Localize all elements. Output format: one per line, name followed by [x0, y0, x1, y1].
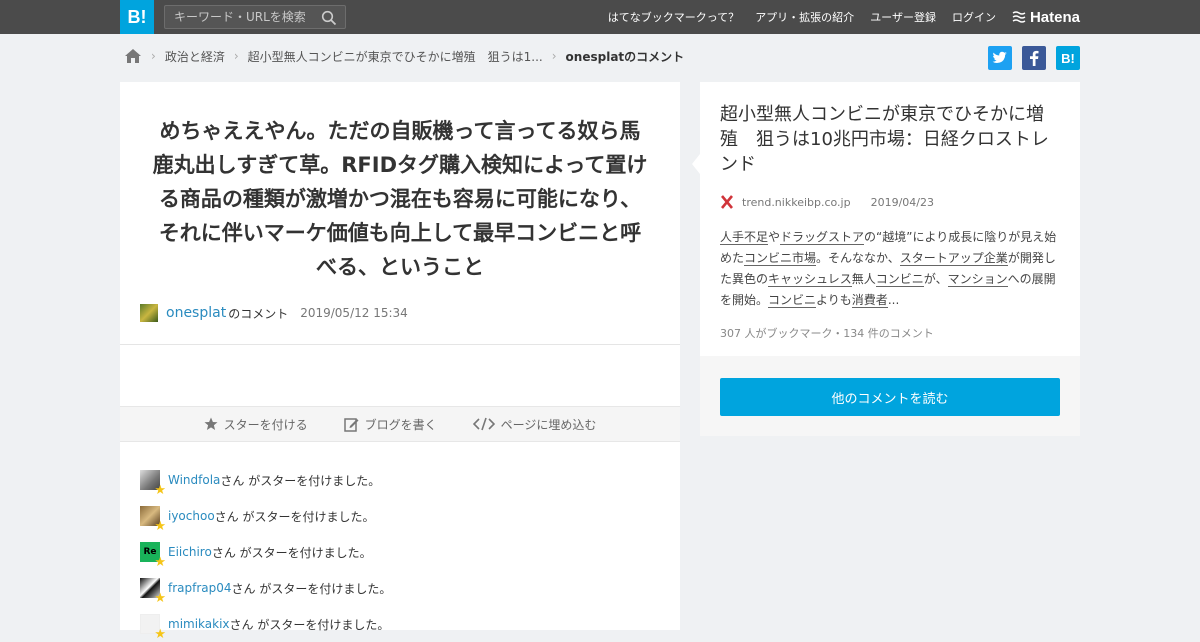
- keyword-link[interactable]: 消費者: [851, 293, 888, 308]
- star-icon: ★: [154, 555, 166, 570]
- hatena-icon: [1012, 11, 1026, 23]
- star-user-link[interactable]: Windfola: [168, 473, 220, 487]
- star-text: さん がスターを付けました。: [214, 509, 375, 524]
- share-buttons: B!: [978, 46, 1080, 70]
- star-text: さん がスターを付けました。: [220, 473, 381, 488]
- entry-source: trend.nikkeibp.co.jp 2019/04/23: [720, 195, 1060, 209]
- star-icon: ★: [154, 483, 166, 498]
- twitter-share-button[interactable]: [988, 46, 1012, 70]
- description-text: 無人: [851, 272, 876, 286]
- twitter-icon: [992, 51, 1007, 63]
- description-text: ...: [887, 293, 900, 307]
- keyword-link[interactable]: 人手不足: [720, 230, 769, 245]
- star-user-link[interactable]: iyochoo: [168, 509, 215, 523]
- hatena-bookmark-share-button[interactable]: B!: [1056, 46, 1080, 70]
- search-box: [164, 5, 346, 29]
- star-user-link[interactable]: Eiichiro: [168, 545, 212, 559]
- add-star-button[interactable]: スターを付ける: [204, 416, 308, 433]
- edit-icon: [343, 417, 359, 432]
- entry-title[interactable]: 超小型無人コンビニが東京でひそかに増殖 狙うは10兆円市場：日経クロストレンド: [720, 102, 1060, 177]
- search-input[interactable]: [165, 6, 315, 28]
- star-text: さん がスターを付けました。: [211, 545, 372, 560]
- description-text: が、: [923, 272, 948, 286]
- card-notch: [692, 154, 700, 174]
- nav-login[interactable]: ログイン: [952, 9, 996, 25]
- embed-label: ページに埋め込む: [500, 417, 597, 432]
- embed-button[interactable]: ページに埋め込む: [472, 416, 597, 433]
- comment-user-link[interactable]: onesplat: [166, 305, 226, 321]
- entry-date: 2019/04/23: [870, 195, 934, 209]
- star-icon: ★: [154, 591, 166, 606]
- comment-card: めちゃええやん。ただの自販機って言ってる奴ら馬鹿丸出しすぎて草。RFIDタグ購入…: [120, 82, 680, 641]
- description-text: 。そんななか、: [816, 251, 900, 265]
- star-user-link[interactable]: frapfrap04: [168, 581, 232, 595]
- keyword-link[interactable]: キャッシュレス: [768, 272, 852, 287]
- chevron-right-icon: ›: [551, 49, 557, 63]
- nav-register[interactable]: ユーザー登録: [870, 9, 936, 25]
- keyword-link[interactable]: コンビニ: [768, 293, 817, 308]
- comment-date: 2019/05/12 15:34: [300, 306, 408, 320]
- avatar[interactable]: Re ★: [140, 542, 166, 569]
- facebook-share-button[interactable]: [1022, 46, 1046, 70]
- breadcrumb-entry[interactable]: 超小型無人コンビニが東京でひそかに増殖 狙うは1...: [248, 48, 543, 65]
- keyword-link[interactable]: スタートアップ企業: [899, 251, 1008, 266]
- star-text: さん がスターを付けました。: [231, 581, 392, 596]
- comment-user-suffix: のコメント: [228, 306, 289, 321]
- star-list-item: Re ★ Eiichiro さん がスターを付けました。: [140, 534, 391, 570]
- star-icon: [204, 417, 218, 431]
- nikkei-favicon-icon: [721, 195, 733, 209]
- avatar[interactable]: ★: [140, 506, 166, 533]
- description-text: や: [768, 230, 781, 244]
- star-user-link[interactable]: mimikakix: [168, 617, 230, 631]
- code-icon: [472, 417, 495, 431]
- star-list-item: ★ mimikakix さん がスターを付けました。: [140, 606, 391, 642]
- entry-counts[interactable]: 307 人がブックマーク・134 件のコメント: [720, 325, 1060, 341]
- chevron-right-icon: ›: [151, 49, 156, 63]
- star-icon: ★: [154, 519, 166, 534]
- read-other-comments-button[interactable]: 他のコメントを読む: [720, 378, 1060, 416]
- breadcrumb-category[interactable]: 政治と経済: [165, 48, 225, 65]
- keyword-link[interactable]: マンション: [947, 272, 1008, 287]
- hatena-brand-link[interactable]: Hatena: [1012, 9, 1080, 26]
- search-icon[interactable]: [321, 10, 337, 26]
- hatena-bookmark-logo[interactable]: B!: [120, 0, 154, 34]
- keyword-link[interactable]: コンビニ: [875, 272, 924, 287]
- comment-meta: onesplat のコメント 2019/05/12 15:34: [140, 304, 408, 322]
- entry-description: 人手不足やドラッグストアの“越境”により成長に陰りが見え始めたコンビニ市場。そん…: [720, 227, 1060, 311]
- write-blog-label: ブログを書く: [364, 417, 437, 432]
- nav-about[interactable]: はてなブックマークって？: [608, 9, 739, 25]
- home-icon[interactable]: [124, 48, 142, 64]
- read-more-area: 他のコメントを読む: [700, 356, 1080, 436]
- nav-apps[interactable]: アプリ・拡張の紹介: [755, 9, 854, 25]
- breadcrumb: › 政治と経済 › 超小型無人コンビニが東京でひそかに増殖 狙うは1... › …: [124, 46, 684, 66]
- chevron-right-icon: ›: [233, 49, 239, 63]
- write-blog-button[interactable]: ブログを書く: [343, 416, 437, 433]
- star-list-item: ★ Windfola さん がスターを付けました。: [140, 462, 391, 498]
- avatar[interactable]: ★: [140, 614, 166, 641]
- breadcrumb-current: onesplatのコメント: [565, 49, 685, 64]
- star-list: ★ Windfola さん がスターを付けました。 ★ iyochoo さん がスタ…: [140, 462, 391, 642]
- top-bar: B! はてなブックマークって？ アプリ・拡張の紹介 ユーザー登録 ログイン Ha…: [0, 0, 1200, 34]
- keyword-link[interactable]: ドラッグストア: [780, 230, 865, 245]
- entry-domain[interactable]: trend.nikkeibp.co.jp: [742, 196, 851, 209]
- hatena-brand-label: Hatena: [1029, 8, 1080, 26]
- avatar[interactable]: ★: [140, 578, 166, 605]
- avatar[interactable]: [140, 304, 158, 322]
- star-list-item: ★ frapfrap04 さん がスターを付けました。: [140, 570, 391, 606]
- comment-text: めちゃええやん。ただの自販機って言ってる奴ら馬鹿丸出しすぎて草。RFIDタグ購入…: [152, 119, 648, 279]
- star-list-item: ★ iyochoo さん がスターを付けました。: [140, 498, 391, 534]
- add-star-label: スターを付ける: [223, 417, 308, 432]
- facebook-icon: [1030, 50, 1039, 66]
- action-bar: スターを付ける ブログを書く ページに埋め込む: [120, 406, 680, 442]
- description-text: よりも: [816, 293, 852, 307]
- top-nav: はてなブックマークって？ アプリ・拡張の紹介 ユーザー登録 ログイン Haten…: [592, 0, 1080, 34]
- entry-card: 超小型無人コンビニが東京でひそかに増殖 狙うは10兆円市場：日経クロストレンド …: [692, 82, 1080, 356]
- keyword-link[interactable]: コンビニ市場: [744, 251, 817, 266]
- avatar[interactable]: ★: [140, 470, 166, 497]
- divider: [120, 344, 680, 345]
